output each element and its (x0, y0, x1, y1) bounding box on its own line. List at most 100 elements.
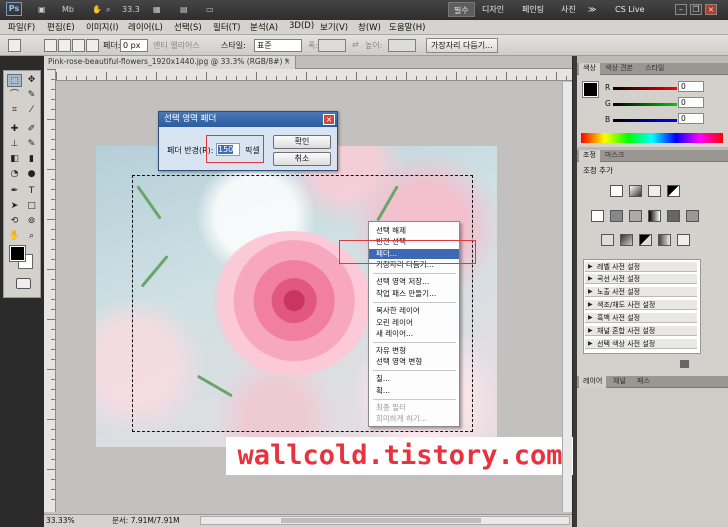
vibrance-icon[interactable] (591, 210, 604, 222)
menu-view[interactable]: 보기(V) (320, 21, 348, 33)
width-input[interactable] (318, 39, 346, 52)
3d-orbit-tool-icon[interactable]: ⊚ (24, 215, 39, 228)
3d-rotate-tool-icon[interactable]: ⟲ (7, 215, 22, 228)
preset-curves[interactable]: 곡선 사전 설정 (585, 274, 697, 284)
cs-live-button[interactable]: CS Live (610, 2, 650, 17)
hand-tool-icon[interactable]: ✋ (7, 230, 22, 243)
trash-icon[interactable] (680, 360, 689, 368)
menu-item-free-transform[interactable]: 자유 변형 (369, 346, 459, 356)
zoom-level[interactable]: 33.3 (122, 3, 140, 16)
eraser-tool-icon[interactable]: ◧ (7, 153, 22, 166)
photo-filter-icon[interactable] (667, 210, 680, 222)
brightness-icon[interactable] (610, 185, 623, 197)
menu-filter[interactable]: 필터(T) (213, 21, 240, 33)
menu-edit[interactable]: 편집(E) (47, 21, 75, 33)
g-value-input[interactable]: 0 (678, 97, 704, 108)
tab-masks[interactable]: 마스크 (601, 150, 628, 162)
menu-window[interactable]: 창(W) (358, 21, 381, 33)
dialog-close-icon[interactable]: × (323, 114, 335, 125)
scroll-thumb[interactable] (281, 518, 481, 523)
tab-styles[interactable]: 스타일 (641, 63, 668, 75)
vertical-ruler[interactable] (44, 69, 56, 512)
menu-item-deselect[interactable]: 선택 해제 (369, 226, 459, 236)
antialias-checkbox[interactable]: 앤티 앨리어스 (153, 40, 200, 51)
menu-item-new-layer[interactable]: 새 레이어... (369, 329, 459, 339)
black-white-icon[interactable] (648, 210, 661, 222)
menu-item-fill[interactable]: 칠... (369, 374, 459, 384)
menu-item-transform-selection[interactable]: 선택 영역 변형 (369, 357, 459, 367)
shape-tool-icon[interactable]: □ (24, 200, 39, 213)
workspace-essentials[interactable]: 필수 (448, 2, 475, 17)
exposure-icon[interactable] (667, 185, 680, 197)
history-brush-tool-icon[interactable]: ✎ (24, 138, 39, 151)
blur-tool-icon[interactable]: ◔ (7, 168, 22, 181)
tab-adjustments[interactable]: 조정 (579, 150, 600, 162)
menu-image[interactable]: 이미지(I) (86, 21, 119, 33)
pen-tool-icon[interactable]: ✒ (7, 185, 22, 198)
zoom-tool-icon[interactable]: ⌕ (24, 230, 39, 243)
rect-marquee-tool-icon[interactable]: ⬚ (7, 74, 22, 87)
invert-icon[interactable] (601, 234, 614, 246)
swap-icon[interactable]: ⇄ (352, 40, 359, 49)
threshold-icon[interactable] (639, 234, 652, 246)
levels-icon[interactable] (629, 185, 642, 197)
color-spectrum-ramp[interactable] (581, 133, 723, 143)
color-balance-icon[interactable] (629, 210, 642, 222)
view-extras-icon[interactable]: ▦ (153, 3, 161, 16)
close-icon[interactable]: × (705, 4, 717, 15)
add-selection-icon[interactable] (58, 39, 71, 52)
foreground-color-swatch[interactable] (9, 245, 26, 262)
screen-mode-icon[interactable]: ▭ (206, 3, 214, 16)
hand-tool-icon[interactable]: ✋ (92, 3, 102, 16)
bridge-icon[interactable]: ▣ (38, 3, 46, 16)
quick-mask-icon[interactable] (16, 278, 31, 289)
menu-item-layer-via-cut[interactable]: 오린 레이어 (369, 318, 459, 328)
document-tab[interactable]: Pink-rose-beautiful-flowers_1920x1440.jp… (44, 56, 296, 69)
menu-layer[interactable]: 레이어(L) (128, 21, 163, 33)
horizontal-ruler[interactable] (56, 69, 572, 81)
channel-mixer-icon[interactable] (686, 210, 699, 222)
g-slider[interactable] (613, 103, 677, 106)
tab-channels[interactable]: 채널 (609, 376, 630, 388)
crop-tool-icon[interactable]: ⌗ (7, 104, 22, 117)
subtract-selection-icon[interactable] (72, 39, 85, 52)
minibridge-icon[interactable]: Mb (62, 3, 74, 16)
intersect-selection-icon[interactable] (86, 39, 99, 52)
menu-select[interactable]: 선택(S) (174, 21, 202, 33)
height-input[interactable] (388, 39, 416, 52)
lasso-tool-icon[interactable]: ⌒ (7, 89, 22, 102)
r-slider[interactable] (613, 87, 677, 90)
tab-layers[interactable]: 레이어 (579, 376, 607, 388)
hue-saturation-icon[interactable] (610, 210, 623, 222)
preset-selective-color[interactable]: 선택 색상 사전 설정 (585, 339, 697, 349)
b-value-input[interactable]: 0 (678, 113, 704, 124)
preset-hue-saturation[interactable]: 색조/채도 사전 설정 (585, 300, 697, 310)
r-value-input[interactable]: 0 (678, 81, 704, 92)
tab-swatches[interactable]: 색상 견본 (601, 63, 637, 75)
cancel-button[interactable]: 취소 (273, 152, 331, 166)
close-tab-icon[interactable]: × (284, 57, 291, 66)
menu-3d[interactable]: 3D(D) (289, 21, 314, 31)
path-select-tool-icon[interactable]: ➤ (7, 200, 22, 213)
tab-color[interactable]: 색상 (579, 63, 600, 75)
brush-tool-icon[interactable]: ✐ (24, 123, 39, 136)
marquee-preset-icon[interactable] (8, 39, 21, 52)
curves-icon[interactable] (648, 185, 661, 197)
tab-paths[interactable]: 패스 (633, 376, 654, 388)
panel-foreground-swatch[interactable] (582, 81, 599, 98)
feather-input[interactable]: 0 px (120, 39, 148, 52)
spot-healing-tool-icon[interactable]: ✚ (7, 123, 22, 136)
dodge-tool-icon[interactable]: ● (24, 168, 39, 181)
horizontal-scrollbar[interactable] (200, 516, 570, 525)
menu-item-save-selection[interactable]: 선택 영역 저장... (369, 277, 459, 287)
ok-button[interactable]: 확인 (273, 135, 331, 149)
workspace-photography[interactable]: 사진 (556, 2, 581, 17)
preset-exposure[interactable]: 노출 사전 설정 (585, 287, 697, 297)
workspace-painting[interactable]: 페인팅 (517, 2, 549, 17)
type-tool-icon[interactable]: T (24, 185, 39, 198)
style-select[interactable]: 표준 (254, 39, 302, 52)
posterize-icon[interactable] (620, 234, 633, 246)
vertical-scrollbar[interactable] (562, 82, 572, 512)
preset-levels[interactable]: 레벨 사전 설정 (585, 262, 697, 272)
move-tool-icon[interactable]: ✥ (24, 74, 39, 87)
